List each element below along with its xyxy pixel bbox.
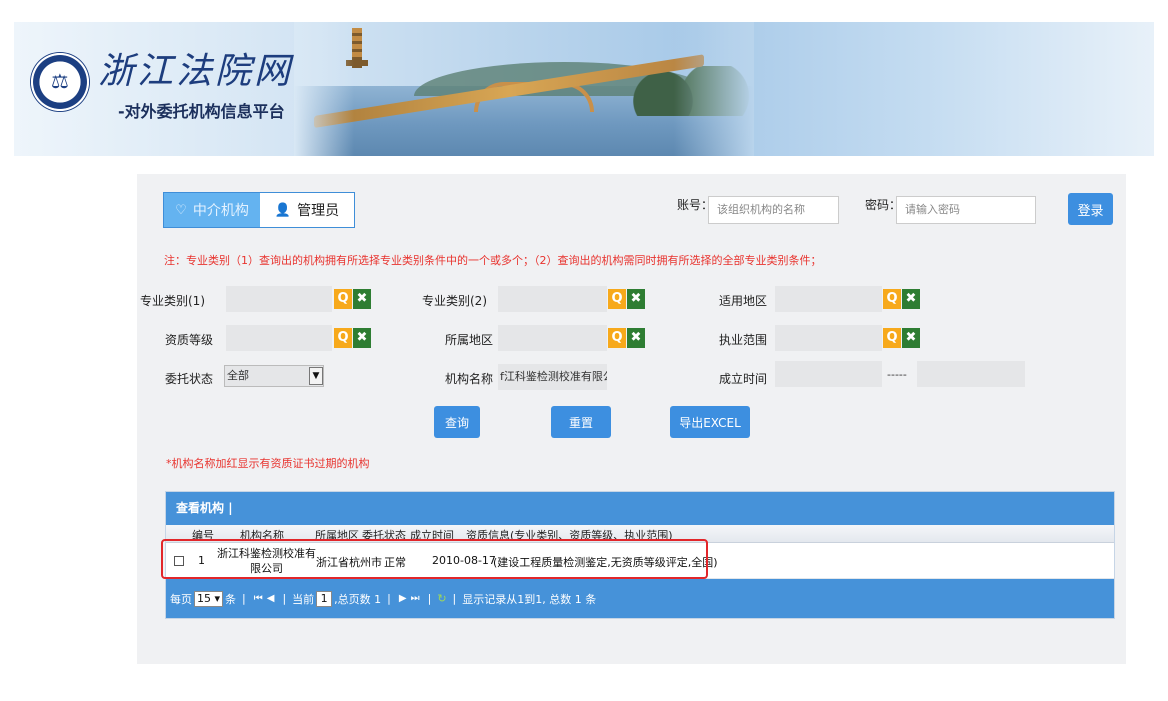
tab-agency-label: 中介机构 <box>192 203 249 219</box>
location-field[interactable] <box>498 325 607 351</box>
qualification-label: 资质等级 <box>164 333 213 347</box>
category1-label: 专业类别(1) <box>140 294 205 308</box>
qualification-field[interactable] <box>226 325 332 351</box>
practice-search-icon[interactable]: Q <box>883 328 901 348</box>
grid-title: 查看机构 | <box>166 492 1114 525</box>
practice-clear-icon[interactable]: ✖ <box>902 328 920 348</box>
current-page-input[interactable]: 1 <box>316 590 333 607</box>
established-from-field[interactable] <box>775 361 882 387</box>
category2-search-icon[interactable]: Q <box>608 289 626 309</box>
qualification-clear-icon[interactable]: ✖ <box>353 328 371 348</box>
prev-page-icon[interactable]: ◀ <box>267 593 275 604</box>
tab-agency[interactable]: ♡ 中介机构 <box>164 193 260 227</box>
heart-eye-icon: ♡ <box>175 202 187 218</box>
header-banner: ⚖ 浙江法院网 -对外委托机构信息平台 <box>14 22 1154 156</box>
practice-label: 执业范围 <box>718 333 767 347</box>
site-subtitle: -对外委托机构信息平台 <box>118 102 285 121</box>
per-page-label: 每页 <box>170 592 192 606</box>
category1-clear-icon[interactable]: ✖ <box>353 289 371 309</box>
refresh-icon[interactable]: ↻ <box>437 592 446 605</box>
name-field[interactable]: f江科鉴检测校准有限公司 <box>498 364 607 390</box>
category2-clear-icon[interactable]: ✖ <box>627 289 645 309</box>
location-search-icon[interactable]: Q <box>608 328 626 348</box>
account-input[interactable]: 该组织机构的名称 <box>708 196 839 224</box>
status-select[interactable]: 全部 ▼ <box>224 365 324 387</box>
current-label: 当前 <box>292 592 315 606</box>
page: ⚖ 浙江法院网 -对外委托机构信息平台 ♡ 中介机构 👤 管理员 账号： 该组织… <box>0 0 1168 701</box>
date-range-separator: ----- <box>887 368 907 381</box>
site-title: 浙江法院网 <box>98 51 294 92</box>
category1-search-icon[interactable]: Q <box>334 289 352 309</box>
first-page-icon[interactable]: ⏮ <box>254 593 263 604</box>
name-label: 机构名称 <box>444 372 493 386</box>
category2-label: 专业类别(2) <box>422 294 487 308</box>
practice-field[interactable] <box>775 325 882 351</box>
per-page-value: 15 <box>197 591 211 605</box>
main-panel: ♡ 中介机构 👤 管理员 账号： 该组织机构的名称 密码： 请输入密码 登录 注… <box>137 174 1126 664</box>
next-page-icon[interactable]: ▶ <box>399 593 407 604</box>
west-lake-scenery-image <box>294 22 754 156</box>
search-note: 注：专业类别（1）查询出的机构拥有所选择专业类别条件中的一个或多个；（2）查询出… <box>164 254 822 267</box>
court-emblem-logo: ⚖ <box>30 52 90 112</box>
login-button[interactable]: 登录 <box>1068 193 1113 225</box>
location-label: 所属地区 <box>444 333 493 347</box>
records-text: 显示记录从1到1, 总数 1 条 <box>462 592 597 606</box>
qualification-search-icon[interactable]: Q <box>334 328 352 348</box>
password-input[interactable]: 请输入密码 <box>896 196 1036 224</box>
region-label: 适用地区 <box>718 294 767 308</box>
region-field[interactable] <box>775 286 882 312</box>
reset-button[interactable]: 重置 <box>551 406 611 438</box>
scale-icon: ⚖ <box>51 69 69 93</box>
per-page-select[interactable]: 15 ▾ <box>194 590 224 607</box>
last-page-icon[interactable]: ⏭ <box>411 593 420 604</box>
tab-admin-label: 管理员 <box>297 203 340 219</box>
agency-grid: 查看机构 | 编号 机构名称 所属地区 委托状态 成立时间 资质信息(专业类别、… <box>161 491 1115 619</box>
user-icon: 👤 <box>274 202 292 218</box>
category1-field[interactable] <box>226 286 332 312</box>
role-tabs: ♡ 中介机构 👤 管理员 <box>163 192 355 228</box>
expired-hint: *机构名称加红显示有资质证书过期的机构 <box>166 457 370 470</box>
status-select-value: 全部 <box>227 369 249 382</box>
tab-admin[interactable]: 👤 管理员 <box>260 193 354 227</box>
per-page-unit: 条 <box>225 592 237 606</box>
status-label: 委托状态 <box>164 372 213 386</box>
category2-field[interactable] <box>498 286 607 312</box>
highlight-box <box>161 539 708 579</box>
region-search-icon[interactable]: Q <box>883 289 901 309</box>
chevron-down-icon: ▼ <box>309 367 323 385</box>
export-excel-button[interactable]: 导出EXCEL <box>670 406 750 438</box>
grid-title-text: 查看机构 <box>176 501 225 515</box>
location-clear-icon[interactable]: ✖ <box>627 328 645 348</box>
grid-pager: 每页 15 ▾ 条 | ⏮ ◀ | 当前 1 ,总页数 1 | ▶ ⏭ | ↻ … <box>166 579 1114 618</box>
search-button[interactable]: 查询 <box>434 406 480 438</box>
region-clear-icon[interactable]: ✖ <box>902 289 920 309</box>
established-to-field[interactable] <box>917 361 1025 387</box>
total-pages-text: ,总页数 1 <box>334 592 382 606</box>
established-label: 成立时间 <box>718 372 767 386</box>
